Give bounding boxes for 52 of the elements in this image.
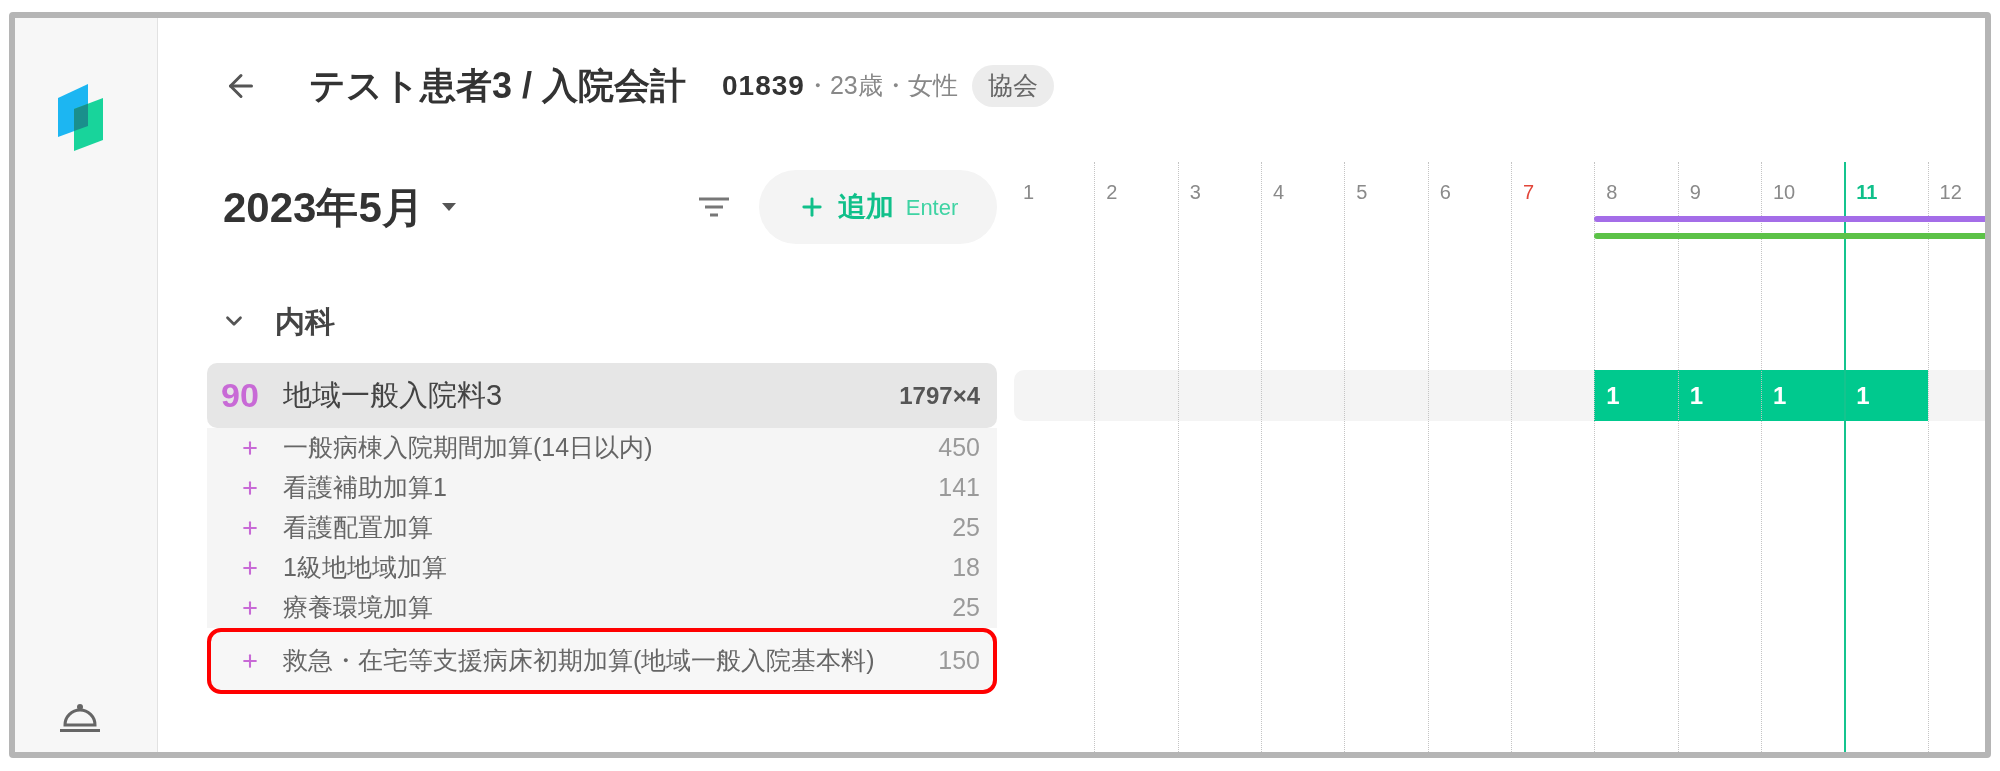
addon-name: 看護配置加算: [283, 512, 433, 544]
page-title: テスト患者3 / 入院会計: [309, 68, 687, 104]
addon-name: 救急・在宅等支援病床初期加算(地域一般入院基本料): [283, 645, 875, 677]
day-count-cell[interactable]: 1: [1760, 370, 1845, 421]
patient-id: 01839: [722, 69, 805, 103]
day-label: 7: [1522, 180, 1535, 204]
service-bell-icon[interactable]: [59, 703, 101, 733]
day-label: 2: [1106, 180, 1118, 204]
month-selector[interactable]: 2023年5月: [223, 175, 456, 239]
day-cell[interactable]: [1014, 370, 1095, 421]
day-label: 6: [1439, 180, 1451, 204]
addon-name: 1級地地域加算: [283, 552, 447, 584]
day-label: 11: [1856, 180, 1878, 204]
plus-icon: [240, 558, 260, 578]
addon-amount: 25: [952, 592, 980, 624]
addon-amount: 25: [952, 512, 980, 544]
addon-amount: 141: [938, 472, 980, 504]
plus-icon: [240, 651, 260, 671]
day-cell[interactable]: [1510, 370, 1595, 421]
plus-icon: [240, 598, 260, 618]
filter-button[interactable]: [699, 197, 729, 217]
addon-name: 看護補助加算1: [283, 472, 447, 504]
day-label: 12: [1939, 180, 1962, 204]
addon-name: 療養環境加算: [283, 592, 433, 624]
plus-icon: [240, 478, 260, 498]
plus-icon: [240, 438, 260, 458]
day-label: 4: [1273, 180, 1285, 204]
item-amount: 1797×4: [899, 380, 980, 411]
day-label: 8: [1606, 180, 1618, 204]
section-header[interactable]: 内科: [221, 293, 335, 349]
day-label: 9: [1689, 180, 1701, 204]
day-count-cell[interactable]: 1: [1677, 370, 1761, 421]
day-label: 1: [1023, 180, 1035, 204]
patient-details: ・23歳・女性: [804, 70, 958, 102]
day-label: 3: [1189, 180, 1201, 204]
fee-item-row[interactable]: 90 地域一般入院料3 1797×4: [207, 363, 997, 428]
addon-amount: 450: [938, 432, 980, 464]
day-label: 5: [1356, 180, 1368, 204]
insurance-badge: 協会: [971, 65, 1054, 107]
add-button[interactable]: 追加 Enter: [759, 170, 997, 244]
caret-down-icon: [441, 203, 456, 211]
item-name: 地域一般入院料3: [283, 377, 503, 413]
addon-amount: 18: [952, 552, 980, 584]
addon-amount: 150: [938, 645, 980, 677]
points-value: 90: [221, 375, 260, 416]
logo-icon: [57, 84, 103, 151]
day-count-cell[interactable]: 1: [1594, 370, 1678, 421]
day-label: 10: [1772, 180, 1796, 204]
filter-icon: [699, 197, 729, 217]
addon-name: 一般病棟入院期間加算(14日以内): [283, 432, 653, 464]
day-count-cell[interactable]: 1: [1844, 370, 1928, 421]
plus-icon: [240, 518, 260, 538]
